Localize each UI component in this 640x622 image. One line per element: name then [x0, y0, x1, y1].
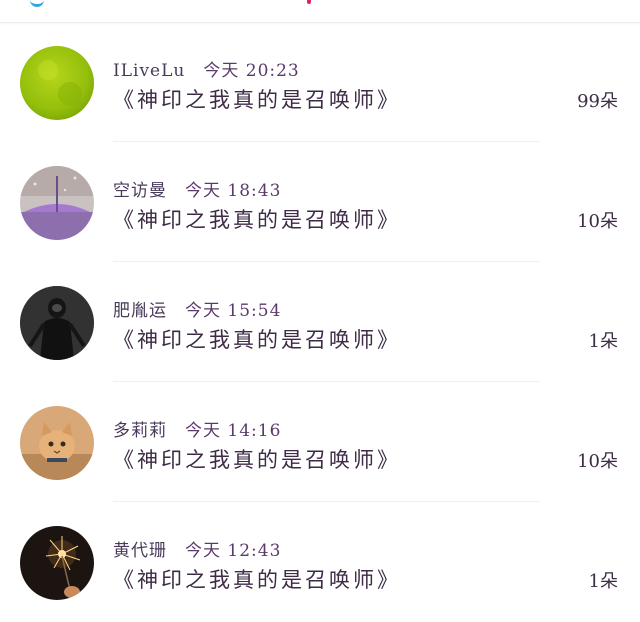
purple-umbrella-avatar-icon [20, 166, 94, 240]
gift-list: ILiveLu 今天 20:23 《神印之我真的是召唤师》 99朵 空访曼 今天 1… [0, 22, 640, 622]
list-item[interactable]: 多莉莉 今天 14:16 《神印之我真的是召唤师》 10朵 [0, 382, 640, 502]
user-name[interactable]: 多莉莉 [113, 421, 167, 441]
entry-time: 今天 15:54 [185, 301, 282, 321]
entry-time: 今天 14:16 [185, 421, 282, 441]
book-title[interactable]: 《神印之我真的是召唤师》 [113, 324, 401, 354]
top-bar [0, 0, 640, 23]
back-icon[interactable] [30, 0, 44, 7]
cat-avatar-icon [20, 406, 94, 480]
flower-count: 1朵 [588, 571, 618, 592]
avatar[interactable] [20, 526, 94, 600]
flower-count: 10朵 [577, 451, 618, 472]
avatar[interactable] [20, 286, 94, 360]
green-blob-avatar-icon [20, 46, 94, 120]
list-item[interactable]: 黄代珊 今天 12:43 《神印之我真的是召唤师》 1朵 [0, 502, 640, 622]
flower-count: 1朵 [588, 331, 618, 352]
book-title[interactable]: 《神印之我真的是召唤师》 [113, 444, 401, 474]
entry-meta: 多莉莉 今天 14:16 [113, 416, 281, 441]
list-item[interactable]: 空访曼 今天 18:43 《神印之我真的是召唤师》 10朵 [0, 142, 640, 262]
entry-time: 今天 20:23 [203, 61, 300, 81]
avatar[interactable] [20, 166, 94, 240]
entry-time: 今天 18:43 [185, 181, 282, 201]
entry-meta: ILiveLu 今天 20:23 [113, 56, 300, 81]
user-name[interactable]: 空访曼 [113, 181, 167, 201]
list-item[interactable]: ILiveLu 今天 20:23 《神印之我真的是召唤师》 99朵 [0, 22, 640, 142]
book-title[interactable]: 《神印之我真的是召唤师》 [113, 84, 401, 114]
entry-time: 今天 12:43 [185, 541, 282, 561]
dark-figure-avatar-icon [20, 286, 94, 360]
entry-meta: 黄代珊 今天 12:43 [113, 536, 281, 561]
entry-meta: 肥胤运 今天 15:54 [113, 296, 281, 321]
book-title[interactable]: 《神印之我真的是召唤师》 [113, 564, 401, 594]
sparkler-avatar-icon [20, 526, 94, 600]
user-name[interactable]: ILiveLu [113, 61, 185, 81]
user-name[interactable]: 黄代珊 [113, 541, 167, 561]
avatar[interactable] [20, 46, 94, 120]
list-item[interactable]: 肥胤运 今天 15:54 《神印之我真的是召唤师》 1朵 [0, 262, 640, 382]
avatar[interactable] [20, 406, 94, 480]
flower-count: 10朵 [577, 211, 618, 232]
flower-count: 99朵 [577, 91, 618, 112]
entry-meta: 空访曼 今天 18:43 [113, 176, 281, 201]
tab-indicator [307, 0, 311, 4]
book-title[interactable]: 《神印之我真的是召唤师》 [113, 204, 401, 234]
user-name[interactable]: 肥胤运 [113, 301, 167, 321]
